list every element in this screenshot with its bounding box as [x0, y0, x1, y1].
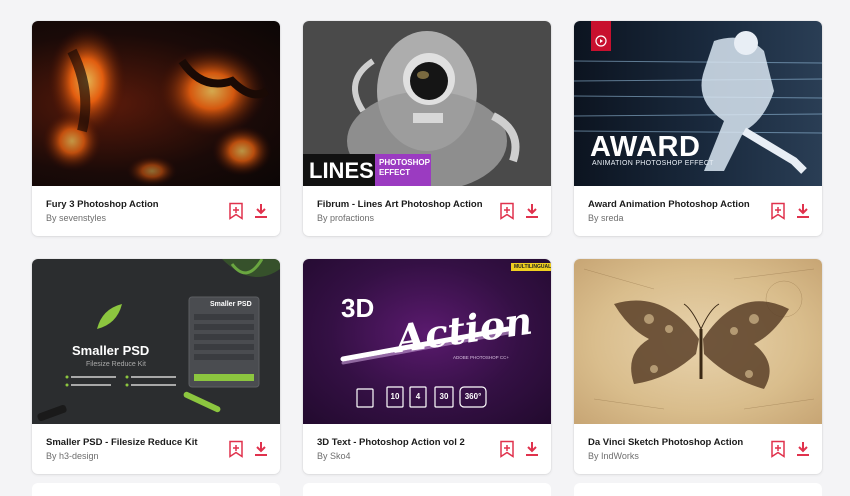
play-badge[interactable]	[591, 21, 611, 51]
stat-4: 360°	[464, 392, 482, 401]
download-icon[interactable]	[524, 202, 540, 220]
item-thumbnail[interactable]	[574, 259, 822, 424]
item-thumbnail[interactable]: Smaller PSD Filesize Reduce Kit Smaller …	[32, 259, 280, 424]
item-thumbnail[interactable]	[32, 21, 280, 186]
download-icon[interactable]	[253, 440, 269, 458]
bookmark-add-icon[interactable]	[228, 440, 244, 458]
panel-title: Smaller PSD	[210, 301, 252, 308]
item-author[interactable]: By sreda	[588, 213, 624, 223]
play-icon	[595, 35, 607, 47]
bookmark-add-icon[interactable]	[499, 440, 515, 458]
item-card-partial[interactable]	[32, 483, 280, 496]
item-card[interactable]: Fury 3 Photoshop Action By sevenstyles	[32, 21, 280, 236]
stat-2: 4	[415, 392, 421, 401]
bookmark-add-icon[interactable]	[770, 202, 786, 220]
item-card-partial[interactable]	[574, 483, 822, 496]
psd-kit-artwork	[37, 259, 280, 422]
item-author[interactable]: By h3-design	[46, 451, 99, 461]
item-author[interactable]: By IndWorks	[588, 451, 639, 461]
item-title[interactable]: Award Animation Photoshop Action	[588, 199, 768, 210]
item-thumbnail[interactable]: LINES PHOTOSHOP EFFECT	[303, 21, 551, 186]
download-icon[interactable]	[524, 440, 540, 458]
thumb-sub-label: ANIMATION PHOTOSHOP EFFECT	[592, 160, 714, 167]
thumb-tag-line2: EFFECT	[379, 168, 411, 177]
download-icon[interactable]	[253, 202, 269, 220]
item-thumbnail[interactable]: AWARD ANIMATION PHOTOSHOP EFFECT	[574, 21, 822, 186]
thumb-big-label: LINES	[303, 154, 375, 186]
item-title[interactable]: Fibrum - Lines Art Photoshop Action	[317, 199, 497, 210]
item-title[interactable]: 3D Text - Photoshop Action vol 2	[317, 437, 497, 448]
thumb-sub-label: Filesize Reduce Kit	[86, 361, 146, 368]
multilingual-badge: MULTILINGUAL	[511, 263, 551, 271]
item-title[interactable]: Smaller PSD - Filesize Reduce Kit	[46, 437, 226, 448]
item-card[interactable]: Smaller PSD Filesize Reduce Kit Smaller …	[32, 259, 280, 474]
item-title[interactable]: Da Vinci Sketch Photoshop Action	[588, 437, 768, 448]
item-author[interactable]: By sevenstyles	[46, 213, 106, 223]
item-card-partial[interactable]	[303, 483, 551, 496]
download-icon[interactable]	[795, 202, 811, 220]
item-author[interactable]: By profactions	[317, 213, 374, 223]
stat-1: 10	[390, 392, 400, 401]
item-thumbnail[interactable]: MULTILINGUAL 3D Action ADOBE PHOTOSHOP C…	[303, 259, 551, 424]
bookmark-add-icon[interactable]	[499, 202, 515, 220]
thumb-big-label: Smaller PSD	[72, 343, 150, 358]
thumb-tag: PHOTOSHOP EFFECT	[375, 154, 431, 186]
item-card[interactable]: MULTILINGUAL 3D Action ADOBE PHOTOSHOP C…	[303, 259, 551, 474]
thumb-big-label: 3D	[341, 293, 375, 323]
download-icon[interactable]	[795, 440, 811, 458]
item-author[interactable]: By Sko4	[317, 451, 351, 461]
bookmark-add-icon[interactable]	[228, 202, 244, 220]
thumb-tag-line1: PHOTOSHOP	[379, 158, 430, 167]
item-title[interactable]: Fury 3 Photoshop Action	[46, 199, 226, 210]
bookmark-add-icon[interactable]	[770, 440, 786, 458]
stat-3: 30	[439, 392, 449, 401]
fire-artwork	[42, 26, 272, 186]
item-card[interactable]: Da Vinci Sketch Photoshop Action By IndW…	[574, 259, 822, 474]
thumb-sub-label: ADOBE PHOTOSHOP CC+	[453, 355, 509, 360]
butterfly-sketch-artwork	[583, 268, 815, 410]
item-card[interactable]: LINES PHOTOSHOP EFFECT Fibrum - Lines Ar…	[303, 21, 551, 236]
item-card[interactable]: AWARD ANIMATION PHOTOSHOP EFFECT Award A…	[574, 21, 822, 236]
